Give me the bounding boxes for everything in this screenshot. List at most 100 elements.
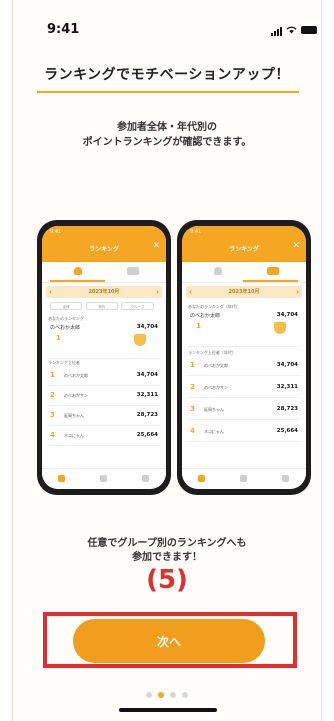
mockup-header: 9:41 ランキング ✕ <box>182 226 306 262</box>
rank-points: 34,704 <box>136 372 158 378</box>
chevron-right-icon: › <box>156 288 159 296</box>
phone-mockup-overall: 9:41 ランキング ✕ ‹ 2023年10月 › 全体 年代 グループ あなた… <box>37 220 171 495</box>
rank-points: 28,723 <box>276 406 298 412</box>
page-dot-active <box>158 692 164 698</box>
rank-number: 2 <box>190 383 195 391</box>
ranking-row: 4 ネコにゃん 25,664 <box>48 427 160 446</box>
chevron-left-icon: ‹ <box>189 288 192 296</box>
chip: グループ <box>121 302 154 310</box>
close-icon: ✕ <box>152 241 160 251</box>
rank-name: のべおかサン <box>64 393 88 398</box>
my-points: 34,704 <box>276 312 298 318</box>
ranking-row: 1 のべおか太郎 34,704 <box>48 367 160 386</box>
my-rank-card: のべおか太郎 34,704 1 <box>48 324 160 359</box>
my-name: のべおか太郎 <box>190 313 221 319</box>
rank-points: 32,311 <box>136 392 158 398</box>
rank-name: ネコにゃん <box>64 433 84 438</box>
ranking-label: ランキング上位者 <box>48 360 80 365</box>
rank-number: 4 <box>190 427 195 435</box>
filter-chips: 全体 年代 グループ <box>50 302 158 311</box>
rank-number: 1 <box>190 361 195 369</box>
home-icon <box>198 475 205 482</box>
rank-points: 34,704 <box>276 362 298 368</box>
my-rank-card: のべおか太郎 34,704 1 <box>188 312 300 347</box>
rank-points: 25,664 <box>136 432 158 438</box>
my-rank-label: あなたのランキング（年代） <box>188 304 240 309</box>
rank-points: 28,723 <box>136 412 158 418</box>
rank-name: のべおか太郎 <box>64 373 88 378</box>
mockup-header-title: ランキング <box>89 246 119 253</box>
home-icon <box>58 475 65 482</box>
ranking-row: 3 延岡ちゃん 28,723 <box>188 401 300 420</box>
ranking-label: ランキング上位者（年代） <box>188 350 236 355</box>
rank-number: 1 <box>50 371 55 379</box>
group-icon <box>126 267 139 275</box>
description: 参加者全体・年代別の ポイントランキングが確認できます。 <box>13 120 321 150</box>
page-dot <box>146 692 152 698</box>
trophy-icon <box>274 322 286 334</box>
mockup-screen: 9:41 ランキング ✕ ‹ 2023年10月 › 全体 年代 グループ あなた… <box>42 226 166 489</box>
page-title: ランキングでモチベーションアップ！ <box>44 67 290 83</box>
home-indicator[interactable] <box>119 708 217 712</box>
description-line: 参加者全体・年代別の <box>117 122 217 133</box>
ranking-row: 1 のべおか太郎 34,704 <box>188 357 300 376</box>
chip: 年代 <box>85 302 119 310</box>
my-rank: 1 <box>56 334 61 342</box>
close-icon: ✕ <box>292 241 300 251</box>
rank-number: 3 <box>50 411 55 419</box>
rank-name: ネコにゃん <box>204 429 224 434</box>
ranking-row: 2 のべおかサン 32,311 <box>188 379 300 398</box>
page-dot <box>182 692 188 698</box>
person-icon <box>74 267 83 275</box>
person-icon <box>214 267 223 275</box>
trophy-icon <box>134 334 146 346</box>
ranking-row: 4 ネコにゃん 25,664 <box>188 423 300 442</box>
nav-icon <box>142 475 149 482</box>
rank-name: 延岡ちゃん <box>64 413 84 418</box>
chevron-right-icon: › <box>296 288 299 296</box>
status-time: 9:41 <box>47 22 80 37</box>
chevron-left-icon: ‹ <box>49 288 52 296</box>
rank-number: 4 <box>50 431 55 439</box>
nav-icon <box>100 475 107 482</box>
ranking-row: 3 延岡ちゃん 28,723 <box>48 407 160 426</box>
month-label: 2023年10月 <box>228 289 260 295</box>
mockup-tab-bar <box>182 262 306 283</box>
mockup-screen: 9:41 ランキング ✕ ‹ 2023年10月 › あなたのランキング（年代） … <box>182 226 306 489</box>
mockup-tab-bar <box>42 262 166 283</box>
my-rank: 1 <box>196 322 201 330</box>
mockup-header-title: ランキング <box>229 246 259 253</box>
month-selector: ‹ 2023年10月 › <box>46 286 162 298</box>
my-name: のべおか太郎 <box>50 325 81 331</box>
month-label: 2023年10月 <box>88 289 120 295</box>
app-screen: 9:41 ランキングでモチベーションアップ！ 参加者全体・年代別の ポイントラン… <box>12 0 322 721</box>
battery-icon <box>301 26 317 34</box>
footer-line: 参加できます！ <box>132 552 202 563</box>
signal-icon <box>271 26 283 36</box>
mockup-header: 9:41 ランキング ✕ <box>42 226 166 262</box>
description-line: ポイントランキングが確認できます。 <box>82 137 252 148</box>
my-points: 34,704 <box>136 324 158 330</box>
rank-name: のべおかサン <box>204 385 228 390</box>
nav-icon <box>240 475 247 482</box>
month-selector: ‹ 2023年10月 › <box>186 286 302 298</box>
footer-description: 任意でグループ別のランキングへも 参加できます！ <box>13 537 321 565</box>
rank-number: 2 <box>50 391 55 399</box>
footer-line: 任意でグループ別のランキングへも <box>87 538 247 549</box>
mockup-bottom-nav <box>42 468 166 489</box>
wifi-icon <box>286 26 297 34</box>
mockup-bottom-nav <box>182 468 306 489</box>
step-annotation: (5) <box>146 565 188 595</box>
ranking-row: 2 のべおかサン 32,311 <box>48 387 160 406</box>
mockup-status-time: 9:41 <box>190 229 202 235</box>
phone-mockup-age: 9:41 ランキング ✕ ‹ 2023年10月 › あなたのランキング（年代） … <box>177 220 311 495</box>
page-dot <box>170 692 176 698</box>
rank-number: 3 <box>190 405 195 413</box>
my-rank-label: あなたのランキング <box>48 316 84 321</box>
group-icon <box>266 267 279 275</box>
rank-name: 延岡ちゃん <box>204 407 224 412</box>
status-bar: 9:41 <box>13 22 321 42</box>
next-button[interactable]: 次へ <box>73 619 265 663</box>
rank-points: 25,664 <box>276 428 298 434</box>
rank-name: のべおか太郎 <box>204 363 228 368</box>
